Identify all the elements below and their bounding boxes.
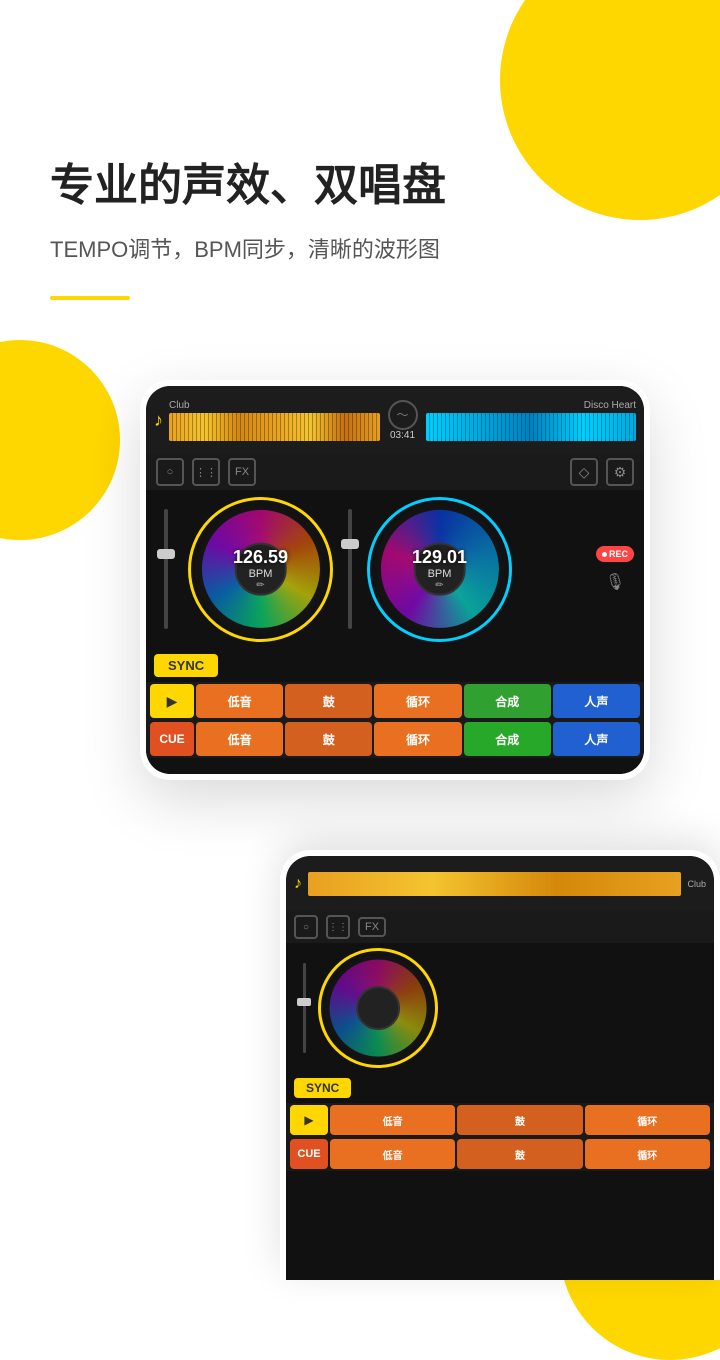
pad-loop-1[interactable]: 循环 bbox=[374, 684, 461, 718]
dj2-track-label: Club bbox=[687, 879, 706, 889]
pad-drum-1[interactable]: 鼓 bbox=[285, 684, 372, 718]
dj2-pad-4[interactable]: 低音 bbox=[330, 1139, 455, 1169]
sync-area: SYNC bbox=[146, 648, 644, 682]
pad-vocal-1[interactable]: 人声 bbox=[553, 684, 640, 718]
dj-interface-main: ♪ Club 〜 03:41 Disco Heart ○ ⋮⋮ FX bbox=[146, 386, 644, 774]
turntables-area: 126.59 BPM ✏ REC bbox=[146, 490, 644, 648]
turntable-disc-left: 126.59 BPM ✏ bbox=[188, 497, 333, 642]
rec-button[interactable]: REC bbox=[596, 546, 634, 562]
waveform-right: Disco Heart bbox=[426, 400, 637, 441]
bpm-display-left: 126.59 BPM ✏ bbox=[233, 547, 288, 591]
dj2-waveform-visual bbox=[308, 872, 681, 896]
bg-decoration-left bbox=[0, 340, 120, 540]
dj2-turntables-area bbox=[286, 943, 714, 1073]
dj2-waveform-bar: ♪ Club bbox=[286, 856, 714, 911]
page-title: 专业的声效、双唱盘 bbox=[50, 160, 670, 213]
dj2-pad-1[interactable]: 低音 bbox=[330, 1105, 455, 1135]
dj2-fader-left[interactable] bbox=[294, 958, 314, 1058]
dj2-controls-row: ○ ⋮⋮ FX bbox=[286, 911, 714, 943]
pad-drum-2[interactable]: 鼓 bbox=[285, 722, 372, 756]
fader-track-left bbox=[164, 509, 168, 629]
pad-bass-2[interactable]: 低音 bbox=[196, 722, 283, 756]
dj2-pad-row-1: ▶ 低音 鼓 循环 bbox=[286, 1103, 714, 1137]
dj2-cue-button[interactable]: CUE bbox=[290, 1139, 328, 1169]
music-note-icon: ♪ bbox=[154, 410, 163, 431]
accent-line bbox=[50, 296, 130, 300]
dj2-fader-handle bbox=[297, 998, 311, 1006]
track-name-right: Disco Heart bbox=[426, 400, 637, 411]
fader-track-mid bbox=[348, 509, 352, 629]
dj2-sync-button[interactable]: SYNC bbox=[294, 1078, 351, 1098]
track-name-left: Club bbox=[169, 400, 380, 411]
dj2-pad-row-2: CUE 低音 鼓 循环 bbox=[286, 1137, 714, 1171]
fader-mid[interactable] bbox=[341, 499, 359, 639]
pad-loop-2[interactable]: 循环 bbox=[374, 722, 461, 756]
rec-mic-area: REC 🎙 bbox=[596, 546, 634, 592]
fx-control-btn[interactable]: FX bbox=[228, 458, 256, 486]
settings-btn[interactable]: ⚙ bbox=[606, 458, 634, 486]
pad-row-2: CUE 低音 鼓 循环 合成 人声 bbox=[146, 720, 644, 758]
sync-button[interactable]: SYNC bbox=[154, 654, 218, 677]
eq-control-btn[interactable]: ⋮⋮ bbox=[192, 458, 220, 486]
dj2-pad-5[interactable]: 鼓 bbox=[457, 1139, 582, 1169]
dj-app-screen: ♪ Club 〜 03:41 Disco Heart ○ ⋮⋮ FX bbox=[146, 386, 644, 774]
page-subtitle: TEMPO调节，BPM同步，清晰的波形图 bbox=[50, 233, 670, 266]
dj2-music-icon: ♪ bbox=[294, 875, 302, 893]
diamond-btn[interactable]: ◇ bbox=[570, 458, 598, 486]
pad-synth-2[interactable]: 合成 bbox=[464, 722, 551, 756]
loop-control-btn[interactable]: ○ bbox=[156, 458, 184, 486]
bpm-display-right: 129.01 BPM ✏ bbox=[412, 547, 467, 591]
dj2-fader-track bbox=[303, 963, 306, 1053]
phone-mockup-secondary: ♪ Club ○ ⋮⋮ FX SYNC ▶ 低音 bbox=[280, 850, 720, 1280]
dj-interface-secondary: ♪ Club ○ ⋮⋮ FX SYNC ▶ 低音 bbox=[286, 856, 714, 1280]
waveform-left: Club bbox=[169, 400, 380, 441]
time-display: 〜 03:41 bbox=[388, 400, 418, 441]
play-button[interactable]: ▶ bbox=[150, 684, 194, 718]
pad-synth-1[interactable]: 合成 bbox=[464, 684, 551, 718]
pad-bass-1[interactable]: 低音 bbox=[196, 684, 283, 718]
fader-left[interactable] bbox=[154, 499, 178, 639]
waveform-visual-right bbox=[426, 413, 637, 441]
fader-handle-mid bbox=[341, 539, 359, 549]
fader-handle-left bbox=[157, 549, 175, 559]
cue-button[interactable]: CUE bbox=[150, 722, 194, 756]
waveform-bar: ♪ Club 〜 03:41 Disco Heart bbox=[146, 386, 644, 454]
dj2-eq-btn[interactable]: ⋮⋮ bbox=[326, 915, 350, 939]
mic-icon[interactable]: 🎙 bbox=[605, 572, 625, 592]
dj2-pad-6[interactable]: 循环 bbox=[585, 1139, 710, 1169]
phone-mockup-main: ♪ Club 〜 03:41 Disco Heart ○ ⋮⋮ FX bbox=[140, 380, 650, 780]
waveform-visual-left bbox=[169, 413, 380, 441]
turntable-disc-right: 129.01 BPM ✏ bbox=[367, 497, 512, 642]
text-section: 专业的声效、双唱盘 TEMPO调节，BPM同步，清晰的波形图 bbox=[0, 160, 720, 300]
turntable-right[interactable]: 129.01 BPM ✏ bbox=[367, 497, 512, 642]
pad-row-1: ▶ 低音 鼓 循环 合成 人声 bbox=[146, 682, 644, 720]
waveform-center-icon: 〜 bbox=[388, 400, 418, 430]
dj2-fx-btn[interactable]: FX bbox=[358, 917, 386, 937]
dj2-sync-area: SYNC bbox=[286, 1073, 714, 1103]
dj2-play-button[interactable]: ▶ bbox=[290, 1105, 328, 1135]
turntable-left[interactable]: 126.59 BPM ✏ bbox=[188, 497, 333, 642]
dj2-pad-2[interactable]: 鼓 bbox=[457, 1105, 582, 1135]
dj2-turntable-disc[interactable] bbox=[318, 948, 438, 1068]
dj2-loop-btn[interactable]: ○ bbox=[294, 915, 318, 939]
dj2-pad-3[interactable]: 循环 bbox=[585, 1105, 710, 1135]
rec-dot-icon bbox=[602, 552, 607, 557]
pad-vocal-2[interactable]: 人声 bbox=[553, 722, 640, 756]
controls-row: ○ ⋮⋮ FX ◇ ⚙ bbox=[146, 454, 644, 490]
